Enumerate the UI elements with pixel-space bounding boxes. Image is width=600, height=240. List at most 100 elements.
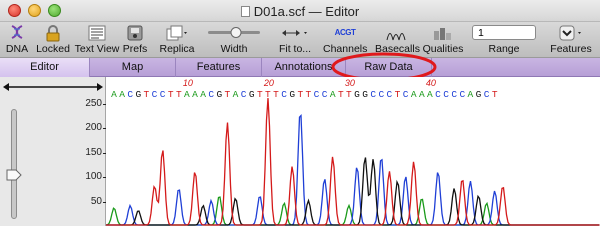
range-input[interactable] [472, 25, 536, 40]
basecall-T[interactable]: T [346, 89, 352, 100]
window-title-text: D01a.scf — Editor [253, 4, 360, 19]
position-label: 20 [263, 78, 274, 88]
basecall-C[interactable]: C [435, 89, 441, 100]
basecall-G[interactable]: G [362, 89, 368, 100]
prefs-label: Prefs [122, 43, 148, 55]
basecall-A[interactable]: A [184, 89, 190, 100]
window-titlebar: D01a.scf — Editor [0, 0, 600, 22]
width-slider[interactable]: Width [205, 22, 263, 58]
text-view-icon [88, 25, 106, 41]
width-slider-track-icon [208, 27, 260, 38]
basecall-A[interactable]: A [427, 89, 433, 100]
basecall-C[interactable]: C [378, 89, 384, 100]
basecall-T[interactable]: T [273, 89, 279, 100]
vertical-slider-thumb[interactable] [6, 169, 22, 181]
view-tabs: Editor Map Features Annotations Raw Data [0, 58, 600, 77]
position-label: 10 [183, 78, 193, 88]
fit-to-button[interactable]: Fit to... [270, 22, 320, 58]
locked-button[interactable]: Locked [34, 22, 72, 58]
tab-editor-label: Editor [30, 61, 59, 73]
basecall-A[interactable]: A [111, 89, 117, 100]
basecall-C[interactable]: C [241, 89, 247, 100]
tab-annotations-label: Annotations [274, 61, 333, 73]
basecall-C[interactable]: C [370, 89, 376, 100]
tab-map[interactable]: Map [90, 58, 176, 77]
dna-icon [11, 25, 23, 39]
basecall-A[interactable]: A [468, 89, 474, 100]
features-icon [559, 25, 581, 41]
basecall-C[interactable]: C [322, 89, 328, 100]
basecall-T[interactable]: T [306, 89, 312, 100]
fit-to-label: Fit to... [278, 43, 312, 55]
chromatogram-svg: 10 20 30 40A A C G T C C T T A A A C G T A C G T T T C G T T C C A T T G G… [105, 78, 600, 226]
tab-features-label: Features [196, 61, 241, 73]
lock-icon [46, 25, 60, 42]
qualities-icon [434, 28, 451, 40]
basecall-G[interactable]: G [135, 89, 141, 100]
basecall-C[interactable]: C [387, 89, 393, 100]
basecall-T[interactable]: T [168, 89, 174, 100]
basecall-C[interactable]: C [443, 89, 449, 100]
basecall-T[interactable]: T [492, 89, 498, 100]
vertical-scale-slider[interactable] [11, 109, 17, 219]
y-tick-label: 150 [85, 146, 102, 158]
window-title: D01a.scf — Editor [0, 4, 600, 19]
range-control: Range [470, 22, 538, 58]
basecall-C[interactable]: C [314, 89, 320, 100]
basecall-C[interactable]: C [127, 89, 133, 100]
basecall-T[interactable]: T [144, 89, 150, 100]
basecall-T[interactable]: T [297, 89, 303, 100]
basecall-G[interactable]: G [249, 89, 255, 100]
y-tick-label: 100 [85, 171, 102, 183]
basecall-A[interactable]: A [233, 89, 239, 100]
basecall-A[interactable]: A [192, 89, 198, 100]
tab-editor[interactable]: Editor [0, 58, 90, 77]
basecall-A[interactable]: A [411, 89, 417, 100]
width-label: Width [220, 43, 248, 55]
basecall-A[interactable]: A [419, 89, 425, 100]
basecall-C[interactable]: C [403, 89, 409, 100]
channels-icon-text: ACGT [334, 28, 356, 37]
basecall-C[interactable]: C [208, 89, 214, 100]
basecall-G[interactable]: G [354, 89, 360, 100]
position-label: 40 [426, 78, 436, 88]
y-axis: 50 100 150 200 250 [70, 77, 106, 226]
tab-map-label: Map [121, 61, 144, 73]
y-tick-label: 250 [85, 97, 102, 109]
basecall-C[interactable]: C [451, 89, 457, 100]
text-view-button[interactable]: Text View [74, 22, 120, 58]
basecall-C[interactable]: C [152, 89, 158, 100]
basecall-A[interactable]: A [119, 89, 125, 100]
basecall-T[interactable]: T [395, 89, 401, 100]
basecall-G[interactable]: G [216, 89, 222, 100]
replica-button[interactable]: Replica [157, 22, 197, 58]
basecall-G[interactable]: G [289, 89, 295, 100]
features-toolbar-label: Features [550, 43, 592, 55]
basecall-A[interactable]: A [330, 89, 336, 100]
features-toolbar-button[interactable]: Features [546, 22, 596, 58]
replica-icon [166, 25, 187, 41]
basecalls-icon [386, 33, 406, 41]
replica-label: Replica [159, 43, 195, 55]
basecall-T[interactable]: T [176, 89, 182, 100]
tab-features[interactable]: Features [176, 58, 262, 77]
basecall-G[interactable]: G [476, 89, 482, 100]
channels-icon: ACGT [335, 28, 356, 37]
basecall-A[interactable]: A [200, 89, 206, 100]
basecall-C[interactable]: C [484, 89, 490, 100]
basecall-T[interactable]: T [225, 89, 231, 100]
y-tick-label: 50 [90, 195, 102, 207]
fit-to-icon [282, 30, 307, 36]
prefs-button[interactable]: Prefs [121, 22, 149, 58]
y-tick-label: 200 [85, 122, 102, 134]
basecall-T[interactable]: T [338, 89, 344, 100]
dna-button[interactable]: DNA [2, 22, 32, 58]
toolbar: DNA Locked Text View Prefs Replica Width… [0, 22, 600, 58]
basecall-C[interactable]: C [459, 89, 465, 100]
basecall-C[interactable]: C [160, 89, 166, 100]
position-label: 30 [345, 78, 355, 88]
prefs-switch-icon [127, 25, 143, 41]
basecall-T[interactable]: T [257, 89, 263, 100]
chromatogram-plot: 10 20 30 40 A A C G T C C T T A A A C G T A C G T T T C G T T C C A T T G G… [105, 77, 600, 226]
basecall-C[interactable]: C [281, 89, 287, 100]
